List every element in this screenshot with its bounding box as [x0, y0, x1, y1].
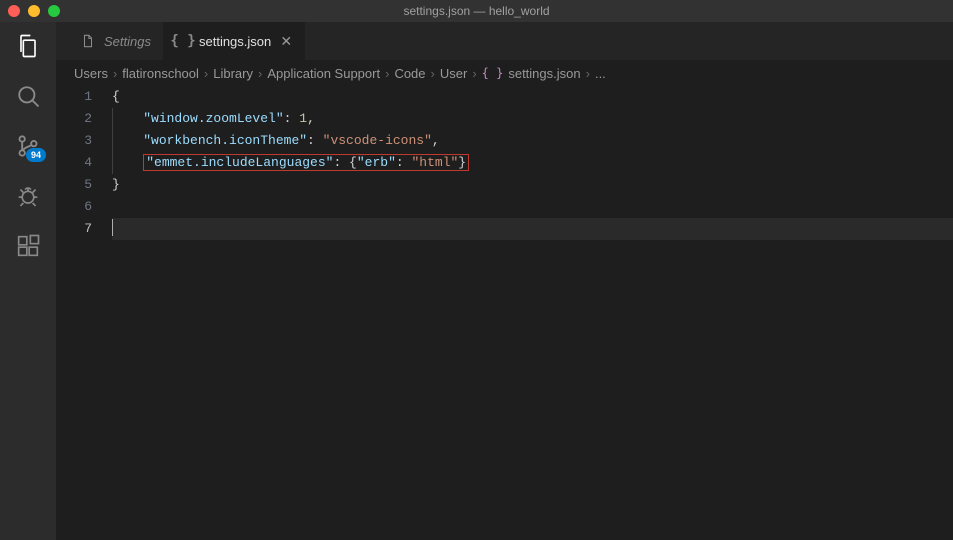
chevron-right-icon: ›: [204, 66, 208, 81]
code-editor[interactable]: 1 2 3 4 5 6 7 { "window.zoomLevel": 1, "…: [56, 86, 953, 540]
debug-icon[interactable]: [14, 182, 42, 210]
source-control-icon[interactable]: 94: [14, 132, 42, 160]
titlebar-title: settings.json — hello_world: [403, 4, 549, 18]
json-braces-icon: { }: [482, 66, 504, 80]
chevron-right-icon: ›: [586, 66, 590, 81]
scm-badge: 94: [26, 148, 46, 162]
breadcrumb-seg[interactable]: User: [440, 66, 467, 81]
code-body[interactable]: { "window.zoomLevel": 1, "workbench.icon…: [112, 86, 953, 540]
tab-settings[interactable]: Settings: [68, 22, 163, 60]
chevron-right-icon: ›: [431, 66, 435, 81]
minimize-window-icon[interactable]: [28, 5, 40, 17]
activity-bar: 94: [0, 22, 56, 540]
breadcrumb-seg[interactable]: flatironschool: [122, 66, 199, 81]
breadcrumb-seg[interactable]: Library: [213, 66, 253, 81]
tab-settings-json[interactable]: { } settings.json ✕: [163, 22, 305, 60]
close-window-icon[interactable]: [8, 5, 20, 17]
breadcrumb-seg[interactable]: Application Support: [267, 66, 380, 81]
chevron-right-icon: ›: [113, 66, 117, 81]
breadcrumb-seg[interactable]: settings.json: [508, 66, 580, 81]
highlighted-code: "emmet.includeLanguages": {"erb": "html"…: [143, 154, 469, 171]
close-icon[interactable]: ✕: [279, 33, 293, 50]
tab-label: Settings: [104, 34, 151, 49]
breadcrumb-seg[interactable]: Users: [74, 66, 108, 81]
search-icon[interactable]: [14, 82, 42, 110]
extensions-icon[interactable]: [14, 232, 42, 260]
titlebar: settings.json — hello_world: [0, 0, 953, 22]
line-gutter: 1 2 3 4 5 6 7: [56, 86, 112, 540]
breadcrumb[interactable]: Users › flatironschool › Library › Appli…: [56, 60, 953, 86]
file-icon: [80, 33, 96, 49]
chevron-right-icon: ›: [472, 66, 476, 81]
window-controls: [8, 5, 60, 17]
tab-label: settings.json: [199, 34, 271, 49]
breadcrumb-seg[interactable]: Code: [394, 66, 425, 81]
chevron-right-icon: ›: [385, 66, 389, 81]
breadcrumb-ellipsis[interactable]: ...: [595, 66, 606, 81]
tab-bar: Settings { } settings.json ✕: [56, 22, 953, 60]
maximize-window-icon[interactable]: [48, 5, 60, 17]
explorer-icon[interactable]: [14, 32, 42, 60]
chevron-right-icon: ›: [258, 66, 262, 81]
json-braces-icon: { }: [175, 33, 191, 49]
